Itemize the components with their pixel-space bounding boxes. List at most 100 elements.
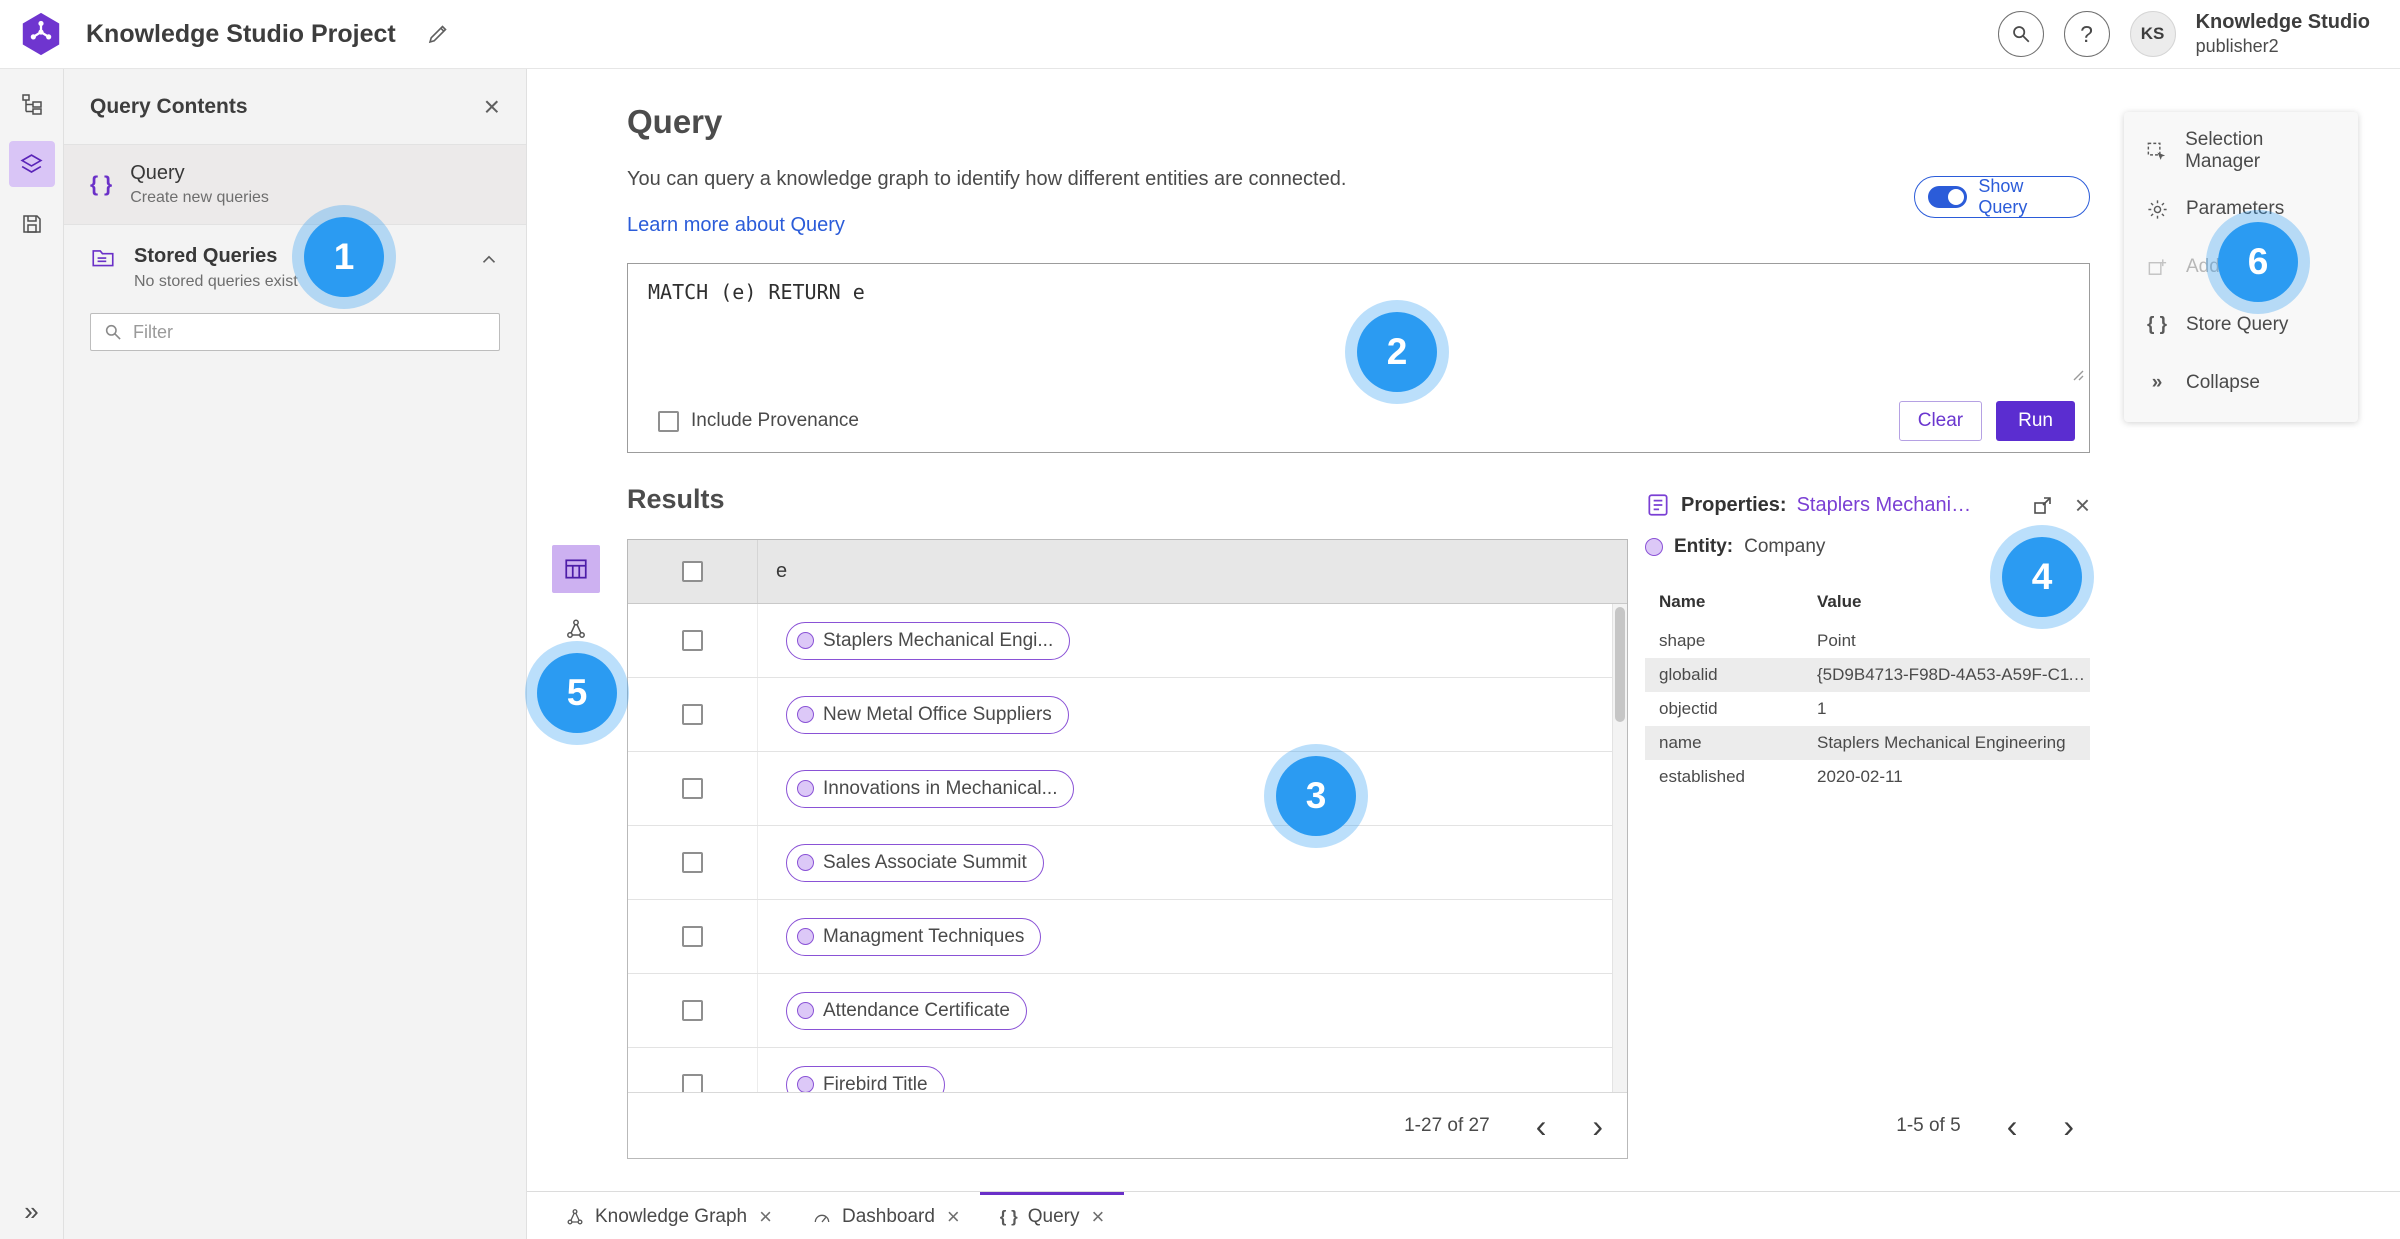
search-icon xyxy=(105,324,121,340)
row-checkbox-cell xyxy=(628,604,758,677)
catalog-tree-button[interactable] xyxy=(9,81,55,127)
panel-close-button[interactable]: × xyxy=(484,92,500,121)
property-value: 1 xyxy=(1817,699,1827,718)
show-query-label: Show Query xyxy=(1978,176,2028,217)
tab-dashboard[interactable]: Dashboard × xyxy=(792,1192,980,1239)
tree-icon xyxy=(21,94,42,115)
row-checkbox[interactable] xyxy=(682,926,703,947)
property-row: shape Point xyxy=(1645,624,2090,658)
tab-knowledge-graph[interactable]: Knowledge Graph × xyxy=(545,1192,792,1239)
entity-chip[interactable]: Innovations in Mechanical... xyxy=(786,769,1075,808)
properties-pagination: 1-5 of 5 ‹ › xyxy=(1645,1093,2090,1159)
user-info: Knowledge Studio publisher2 xyxy=(2196,10,2370,58)
add-to-selection-icon[interactable] xyxy=(2031,493,2055,517)
graph-icon xyxy=(567,619,585,638)
entity-label: Entity: xyxy=(1674,536,1734,557)
help-button[interactable]: ? xyxy=(2063,11,2110,57)
collapse-icon: » xyxy=(24,1196,39,1226)
entity-chip-label: New Metal Office Suppliers xyxy=(823,703,1052,725)
editor-footer: Include Provenance Clear Run xyxy=(628,390,2089,452)
entity-chip-label: Staplers Mechanical Engi... xyxy=(823,629,1054,651)
close-tab-button[interactable]: × xyxy=(947,1206,960,1228)
annotation-badge-1: 1 xyxy=(304,217,384,297)
table-row: Staplers Mechanical Engi... xyxy=(628,604,1627,678)
layers-panel-button[interactable] xyxy=(8,141,55,187)
filter-input[interactable] xyxy=(133,321,487,343)
row-checkbox[interactable] xyxy=(682,704,703,725)
user-avatar[interactable]: KS xyxy=(2129,11,2176,57)
left-icon-rail: » xyxy=(0,69,64,1239)
entity-dot-icon xyxy=(797,1076,814,1092)
entity-chip-label: Attendance Certificate xyxy=(823,999,1010,1021)
include-provenance-checkbox[interactable] xyxy=(658,410,679,432)
page-title: Query xyxy=(627,103,723,140)
previous-page-button[interactable]: ‹ xyxy=(2007,1110,2018,1142)
stored-queries-text: Stored Queries No stored queries exist xyxy=(134,245,298,291)
next-page-button[interactable]: › xyxy=(2063,1110,2074,1142)
row-checkbox[interactable] xyxy=(682,1000,703,1021)
run-button[interactable]: Run xyxy=(1996,401,2075,441)
tab-label: Dashboard xyxy=(841,1206,935,1227)
sidebar-item-query[interactable]: { } Query Create new queries xyxy=(64,145,526,225)
app-logo-icon xyxy=(18,11,64,57)
vertical-scrollbar[interactable] xyxy=(1612,604,1627,1092)
properties-entity-link[interactable]: Staplers Mechanic... xyxy=(1797,494,1977,517)
stored-queries-section[interactable]: Stored Queries No stored queries exist xyxy=(64,225,526,297)
learn-more-link[interactable]: Learn more about Query xyxy=(627,214,845,237)
search-button[interactable] xyxy=(1997,11,2044,57)
entity-chip[interactable]: Attendance Certificate xyxy=(786,991,1027,1030)
menu-item-selection-manager[interactable]: Selection Manager xyxy=(2124,122,2358,180)
tab-label: Knowledge Graph xyxy=(595,1206,748,1227)
filter-field xyxy=(90,313,500,351)
entity-chip[interactable]: Managment Techniques xyxy=(786,917,1042,956)
properties-table: Name Value shape Point globalid {5D9B471… xyxy=(1645,584,2090,794)
edit-title-button[interactable] xyxy=(426,22,450,46)
select-all-checkbox[interactable] xyxy=(682,561,703,582)
tab-query[interactable]: { } Query × xyxy=(979,1192,1125,1239)
graph-view-button[interactable] xyxy=(552,605,600,653)
entity-chip[interactable]: Firebird Title xyxy=(786,1065,945,1092)
close-tab-button[interactable]: × xyxy=(1092,1206,1105,1228)
table-row: Sales Associate Summit xyxy=(628,826,1627,900)
panel-header: Query Contents × xyxy=(64,69,526,145)
expand-rail-button[interactable]: » xyxy=(24,1196,38,1227)
entity-dot-icon xyxy=(797,854,814,871)
top-bar: Knowledge Studio Project ? KS Knowledge … xyxy=(0,0,2400,69)
row-checkbox[interactable] xyxy=(682,778,703,799)
property-name: established xyxy=(1659,767,1746,786)
collapse-section-button[interactable] xyxy=(478,249,500,276)
properties-close-button[interactable]: × xyxy=(2075,492,2090,518)
previous-page-button[interactable]: ‹ xyxy=(1536,1110,1547,1142)
property-row: name Staplers Mechanical Engineering xyxy=(1645,726,2090,760)
row-checkbox[interactable] xyxy=(682,1074,703,1092)
next-page-button[interactable]: › xyxy=(1592,1110,1603,1142)
menu-item-store-query[interactable]: { } Store Query xyxy=(2124,296,2358,354)
add-to-map-icon xyxy=(2144,256,2170,279)
stored-queries-title: Stored Queries xyxy=(134,245,278,267)
menu-item-collapse[interactable]: » Collapse xyxy=(2124,354,2358,412)
scrollbar-thumb[interactable] xyxy=(1615,607,1625,722)
properties-label: Properties: xyxy=(1681,493,1787,516)
property-value: {5D9B4713-F98D-4A53-A59F-C11... xyxy=(1817,665,2090,684)
row-checkbox-cell xyxy=(628,974,758,1047)
close-tab-button[interactable]: × xyxy=(759,1206,772,1228)
entity-chip[interactable]: New Metal Office Suppliers xyxy=(786,695,1069,734)
toggle-knob xyxy=(1948,189,1965,205)
row-checkbox[interactable] xyxy=(682,630,703,651)
entity-chip[interactable]: Staplers Mechanical Engi... xyxy=(786,621,1071,660)
entity-chip[interactable]: Sales Associate Summit xyxy=(786,843,1044,882)
show-query-toggle[interactable]: Show Query xyxy=(1914,176,2090,218)
save-button[interactable] xyxy=(9,201,55,247)
stored-queries-folder-icon xyxy=(92,250,114,267)
table-view-button[interactable] xyxy=(552,545,600,593)
tab-label: Query xyxy=(1027,1206,1080,1227)
row-checkbox[interactable] xyxy=(682,852,703,873)
clear-button[interactable]: Clear xyxy=(1898,401,1983,441)
property-name: objectid xyxy=(1659,699,1718,718)
results-view-toggle xyxy=(552,545,600,653)
search-icon xyxy=(2012,26,2029,43)
entity-chip-label: Innovations in Mechanical... xyxy=(823,777,1058,799)
annotation-badge-2: 2 xyxy=(1357,312,1437,392)
resize-handle[interactable] xyxy=(2069,366,2084,386)
query-code-input[interactable]: MATCH (e) RETURN e xyxy=(648,280,865,304)
